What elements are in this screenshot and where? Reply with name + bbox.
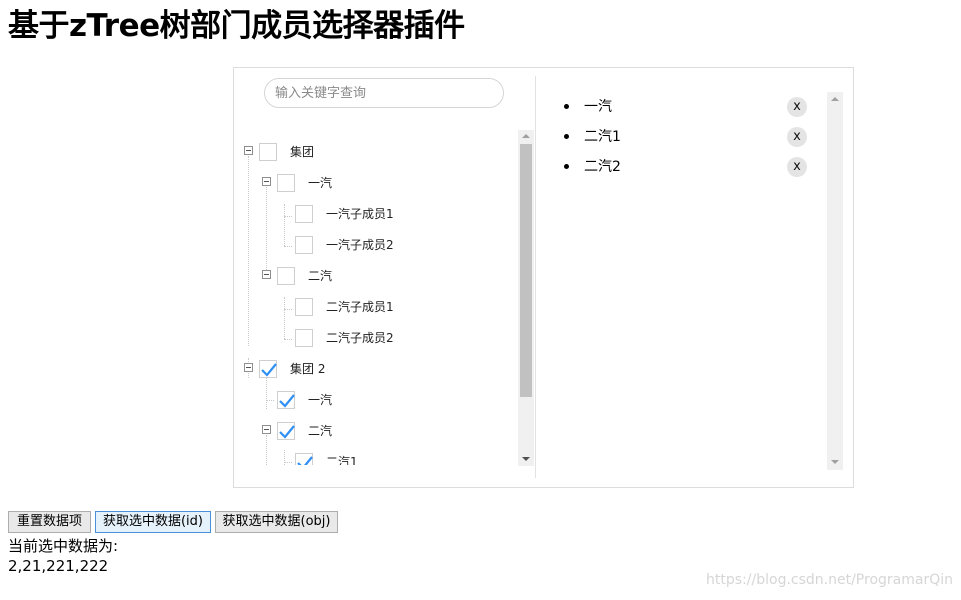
collapse-toggle-icon[interactable] bbox=[262, 270, 271, 279]
remove-member-button[interactable]: x bbox=[787, 97, 807, 117]
tree-node-label[interactable]: 集团 2 bbox=[290, 361, 325, 377]
tree-node-label[interactable]: 一汽子成员2 bbox=[326, 237, 394, 253]
tree-connector bbox=[284, 339, 292, 340]
result-value: 2,21,221,222 bbox=[8, 557, 109, 575]
tree-node-label[interactable]: 二汽1 bbox=[326, 454, 358, 465]
tree-node-checkbox[interactable] bbox=[295, 298, 313, 316]
tree-node-checkbox[interactable] bbox=[295, 236, 313, 254]
tree-node-checkbox[interactable] bbox=[277, 391, 295, 409]
tree-connector bbox=[284, 297, 285, 339]
tree-connector bbox=[266, 400, 274, 401]
tree-node-label[interactable]: 二汽子成员1 bbox=[326, 299, 394, 315]
tree-connector bbox=[266, 374, 267, 409]
selected-member-item: 二汽2 x bbox=[564, 152, 844, 182]
tree-connector bbox=[284, 204, 285, 246]
scroll-up-arrow-icon[interactable] bbox=[522, 134, 530, 138]
result-caption: 当前选中数据为: bbox=[8, 537, 119, 555]
department-tree: 集团 一汽 一汽子成员1 一汽子成员2 二汽 二汽子成员1 二汽子成员2 集团 … bbox=[234, 132, 534, 465]
tree-node-label[interactable]: 一汽子成员1 bbox=[326, 206, 394, 222]
check-icon bbox=[261, 363, 277, 377]
tree-node-label[interactable]: 二汽 bbox=[308, 268, 332, 284]
check-icon bbox=[279, 425, 295, 439]
selected-list-scrollbar[interactable] bbox=[827, 92, 843, 470]
tree-scrollbar[interactable] bbox=[518, 130, 534, 466]
panel-divider bbox=[535, 76, 536, 478]
tree-node-label[interactable]: 集团 bbox=[290, 144, 314, 160]
get-selected-id-button[interactable]: 获取选中数据(id) bbox=[95, 511, 211, 533]
tree-node-checkbox[interactable] bbox=[277, 174, 295, 192]
list-bullet bbox=[564, 134, 569, 139]
watermark: https://blog.csdn.net/ProgramarQin bbox=[706, 572, 953, 588]
tree-node-label[interactable]: 二汽子成员2 bbox=[326, 330, 394, 346]
scroll-down-arrow-icon[interactable] bbox=[522, 457, 530, 461]
check-icon bbox=[297, 456, 313, 465]
tree-connector bbox=[284, 462, 292, 463]
selected-member-list: 一汽 x 二汽1 x 二汽2 x bbox=[564, 92, 844, 182]
tree-node-label[interactable]: 二汽 bbox=[308, 423, 332, 439]
remove-member-button[interactable]: x bbox=[787, 157, 807, 177]
member-selector-panel: 集团 一汽 一汽子成员1 一汽子成员2 二汽 二汽子成员1 二汽子成员2 集团 … bbox=[233, 67, 854, 488]
selected-member-item: 二汽1 x bbox=[564, 122, 844, 152]
tree-connector bbox=[248, 156, 249, 346]
tree-connector bbox=[266, 187, 267, 270]
tree-connector bbox=[284, 216, 292, 217]
tree-node-checkbox[interactable] bbox=[259, 143, 277, 161]
tree-node-label[interactable]: 一汽 bbox=[308, 392, 332, 408]
tree-node-checkbox[interactable] bbox=[277, 267, 295, 285]
tree-scrollbar-thumb[interactable] bbox=[520, 144, 532, 397]
selected-member-label: 二汽2 bbox=[584, 159, 621, 175]
selected-member-label: 一汽 bbox=[584, 99, 612, 115]
tree-connector bbox=[284, 246, 292, 247]
remove-member-button[interactable]: x bbox=[787, 127, 807, 147]
get-selected-obj-button[interactable]: 获取选中数据(obj) bbox=[215, 511, 338, 533]
collapse-toggle-icon[interactable] bbox=[262, 177, 271, 186]
selected-member-item: 一汽 x bbox=[564, 92, 844, 122]
tree-node-checkbox[interactable] bbox=[259, 360, 277, 378]
tree-node-checkbox[interactable] bbox=[295, 329, 313, 347]
scroll-up-arrow-icon[interactable] bbox=[831, 97, 839, 101]
selected-member-label: 二汽1 bbox=[584, 129, 621, 145]
tree-node-label[interactable]: 一汽 bbox=[308, 175, 332, 191]
tree-node-checkbox[interactable] bbox=[295, 205, 313, 223]
collapse-toggle-icon[interactable] bbox=[244, 146, 253, 155]
reset-button[interactable]: 重置数据项 bbox=[8, 511, 91, 533]
tree-connector bbox=[266, 435, 267, 465]
tree-node-checkbox[interactable] bbox=[295, 453, 313, 465]
list-bullet bbox=[564, 104, 569, 109]
tree-connector bbox=[284, 309, 292, 310]
search-input[interactable] bbox=[264, 78, 504, 108]
check-icon bbox=[279, 394, 295, 408]
collapse-toggle-icon[interactable] bbox=[244, 363, 253, 372]
tree-node-checkbox[interactable] bbox=[277, 422, 295, 440]
scroll-down-arrow-icon[interactable] bbox=[831, 460, 839, 464]
list-bullet bbox=[564, 164, 569, 169]
page-title: 基于zTree树部门成员选择器插件 bbox=[8, 8, 465, 44]
collapse-toggle-icon[interactable] bbox=[262, 425, 271, 434]
